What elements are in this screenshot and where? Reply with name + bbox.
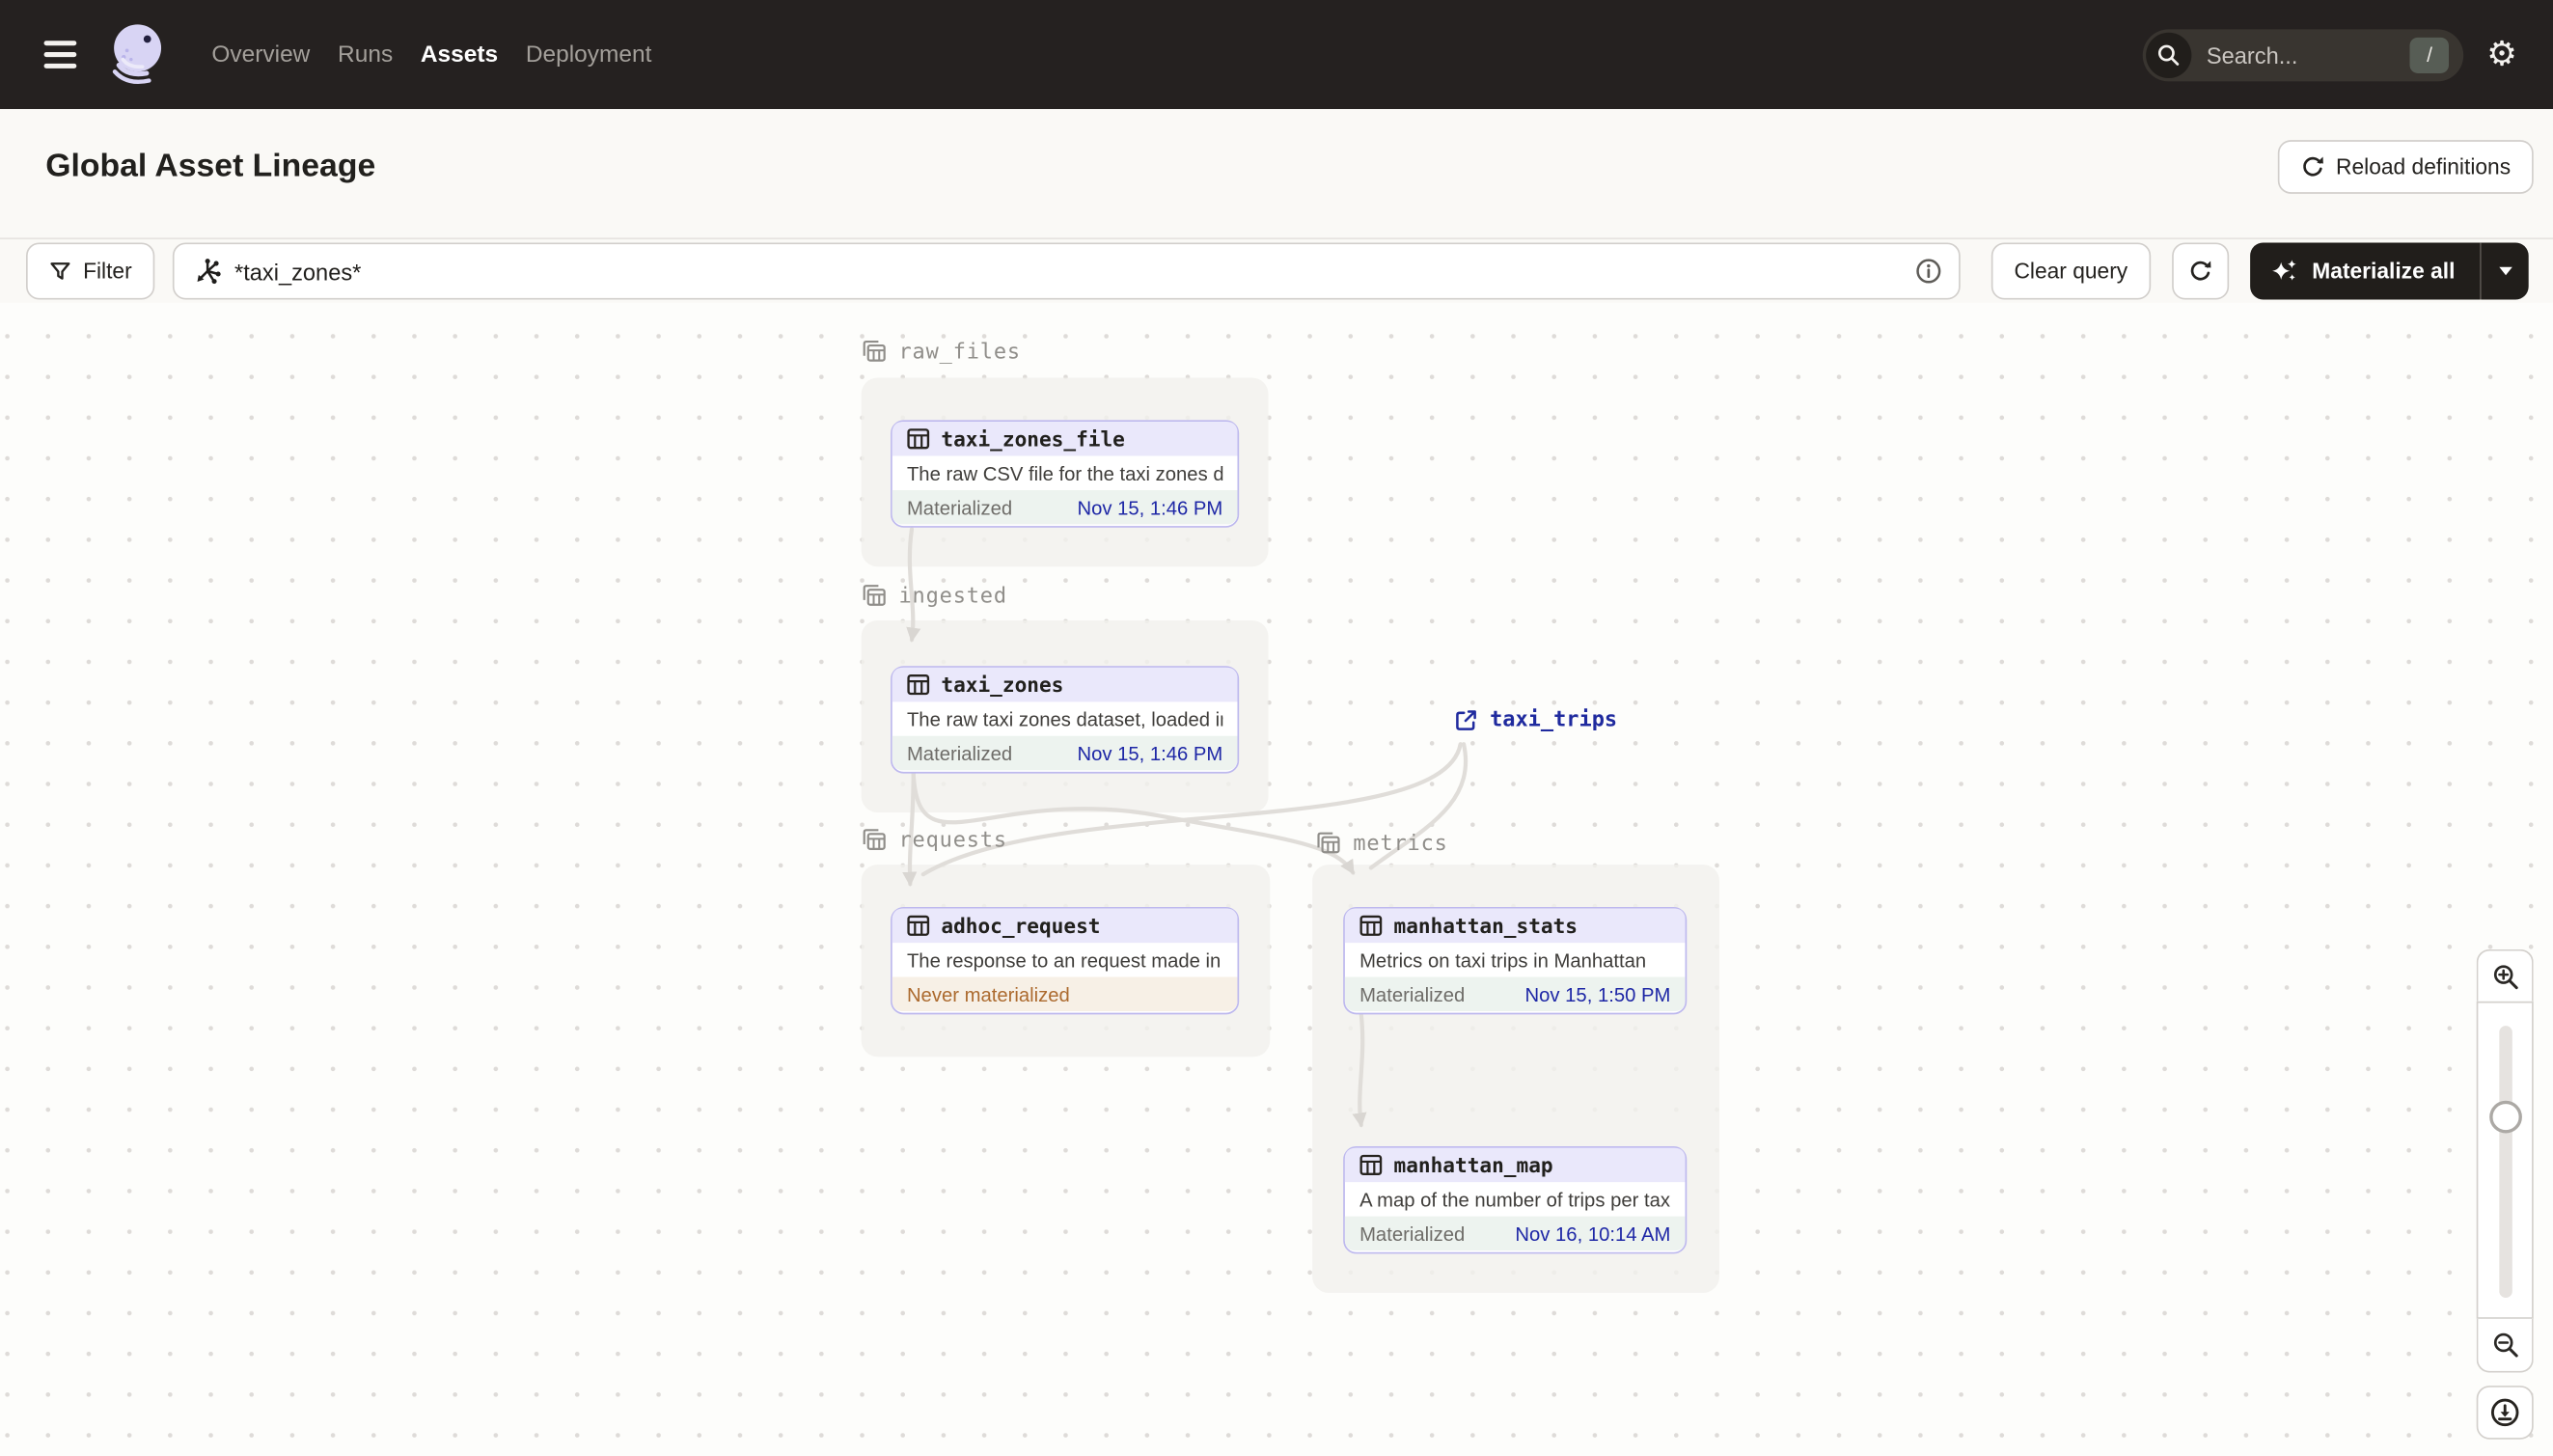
group-label-requests: requests — [862, 827, 1007, 853]
asset-timestamp: Nov 16, 10:14 AM — [1515, 1222, 1671, 1246]
dagster-app: Overview Runs Assets Deployment Search..… — [0, 0, 2553, 1456]
search-shortcut-badge: / — [2409, 36, 2450, 73]
nav-tab-runs[interactable]: Runs — [338, 41, 393, 68]
filter-label: Filter — [83, 259, 132, 284]
zoom-slider-track[interactable] — [2499, 1026, 2512, 1298]
table-icon — [907, 674, 930, 696]
group-label-metrics: metrics — [1316, 831, 1448, 857]
asset-node-taxi_zones[interactable]: taxi_zones The raw taxi zones dataset, l… — [891, 666, 1240, 774]
table-group-icon — [863, 585, 886, 606]
asset-timestamp: Nov 15, 1:50 PM — [1524, 982, 1671, 1006]
query-value: *taxi_zones* — [234, 258, 362, 285]
asset-query-input[interactable]: *taxi_zones* — [172, 242, 1961, 300]
nav-tab-deployment[interactable]: Deployment — [526, 41, 652, 68]
table-icon — [907, 428, 930, 450]
asset-description: The raw CSV file for the taxi zones dat.… — [906, 461, 1223, 485]
zoom-in-icon — [2493, 964, 2517, 989]
asset-status: Never materialized — [906, 982, 1070, 1006]
asset-status: Materialized — [906, 741, 1013, 765]
materialize-dropdown-button[interactable] — [2482, 242, 2529, 299]
external-link-icon — [1456, 710, 1476, 730]
zoom-out-icon — [2493, 1332, 2517, 1358]
asset-node-manhattan_map[interactable]: manhattan_map A map of the number of tri… — [1343, 1146, 1688, 1254]
materialize-all-label: Materialize all — [2312, 259, 2456, 284]
lineage-toolbar: Filter *taxi_zones* Clear query Material… — [0, 242, 2553, 302]
refresh-button[interactable] — [2172, 242, 2230, 300]
navbar-right: Search... / ⚙ — [2143, 0, 2517, 109]
filter-funnel-icon — [50, 261, 70, 279]
asset-status: Materialized — [1359, 982, 1466, 1006]
table-icon — [1359, 915, 1383, 936]
asset-title: manhattan_map — [1393, 1152, 1553, 1178]
table-group-icon — [863, 340, 886, 362]
reload-definitions-label: Reload definitions — [2336, 154, 2512, 179]
filter-button[interactable]: Filter — [26, 242, 155, 300]
clear-query-button[interactable]: Clear query — [1990, 242, 2151, 300]
refresh-icon — [2190, 261, 2211, 281]
zoom-in-button[interactable] — [2476, 948, 2534, 1002]
asset-timestamp: Nov 15, 1:46 PM — [1077, 495, 1223, 519]
search-placeholder: Search... — [2206, 41, 2298, 69]
asset-title: manhattan_stats — [1393, 913, 1578, 938]
page-title: Global Asset Lineage — [45, 148, 376, 184]
group-label-raw_files: raw_files — [862, 339, 1021, 365]
primary-nav: Overview Runs Assets Deployment — [211, 0, 651, 109]
lineage-edges — [902, 527, 1469, 1128]
external-asset-taxi_trips[interactable]: taxi_trips — [1454, 708, 1617, 732]
query-info-icon[interactable] — [1915, 258, 1943, 286]
lineage-canvas[interactable]: raw_files ingested requests metrics taxi… — [0, 302, 2553, 1456]
asset-node-manhattan_stats[interactable]: manhattan_stats Metrics on taxi trips in… — [1343, 906, 1688, 1015]
asset-description: A map of the number of trips per taxi z.… — [1359, 1188, 1670, 1211]
asset-node-adhoc_request[interactable]: adhoc_request The response to an request… — [891, 906, 1240, 1015]
nav-tab-assets[interactable]: Assets — [421, 41, 498, 68]
search-icon — [2146, 31, 2192, 78]
materialize-all-button[interactable]: Materialize all — [2250, 242, 2480, 299]
table-group-icon — [863, 829, 886, 850]
dagster-logo[interactable] — [102, 21, 169, 88]
zoom-slider-thumb[interactable] — [2488, 1100, 2522, 1134]
top-navbar: Overview Runs Assets Deployment Search..… — [0, 0, 2553, 110]
zoom-out-button[interactable] — [2476, 1318, 2534, 1373]
recenter-button[interactable] — [2476, 1386, 2534, 1440]
asset-status: Materialized — [1359, 1222, 1466, 1246]
reload-icon — [2302, 156, 2323, 177]
asset-status: Materialized — [906, 495, 1013, 519]
page-subheader: Global Asset Lineage Reload definitions … — [0, 109, 2553, 303]
sparkle-icon — [2272, 260, 2296, 281]
asset-description: The raw taxi zones dataset, loaded int..… — [906, 707, 1223, 730]
zoom-slider[interactable] — [2476, 1001, 2534, 1319]
table-group-icon — [1317, 832, 1340, 854]
graph-query-icon — [197, 259, 221, 285]
recenter-download-icon — [2490, 1398, 2519, 1427]
asset-description: Metrics on taxi trips in Manhattan — [1359, 948, 1647, 972]
clear-query-label: Clear query — [2014, 259, 2128, 284]
materialize-all-button-group: Materialize all — [2250, 242, 2529, 300]
search-input[interactable]: Search... / — [2143, 28, 2464, 81]
asset-title: adhoc_request — [941, 913, 1101, 938]
octopus-logo-icon — [112, 24, 162, 85]
reload-definitions-button[interactable]: Reload definitions — [2277, 140, 2534, 194]
asset-timestamp: Nov 15, 1:46 PM — [1077, 741, 1223, 765]
asset-description: The response to an request made in th... — [906, 948, 1222, 972]
table-icon — [1359, 1154, 1383, 1175]
asset-title: taxi_zones_file — [941, 426, 1125, 452]
group-label-ingested: ingested — [862, 583, 1007, 609]
page-header-row: Global Asset Lineage Reload definitions — [0, 109, 2553, 240]
chevron-down-icon — [2498, 266, 2512, 276]
asset-node-taxi_zones_file[interactable]: taxi_zones_file The raw CSV file for the… — [891, 420, 1240, 528]
settings-gear-icon[interactable]: ⚙ — [2486, 37, 2517, 71]
asset-title: taxi_zones — [941, 672, 1064, 698]
nav-tab-overview[interactable]: Overview — [211, 41, 310, 68]
table-icon — [907, 915, 930, 936]
menu-icon[interactable] — [43, 41, 77, 69]
